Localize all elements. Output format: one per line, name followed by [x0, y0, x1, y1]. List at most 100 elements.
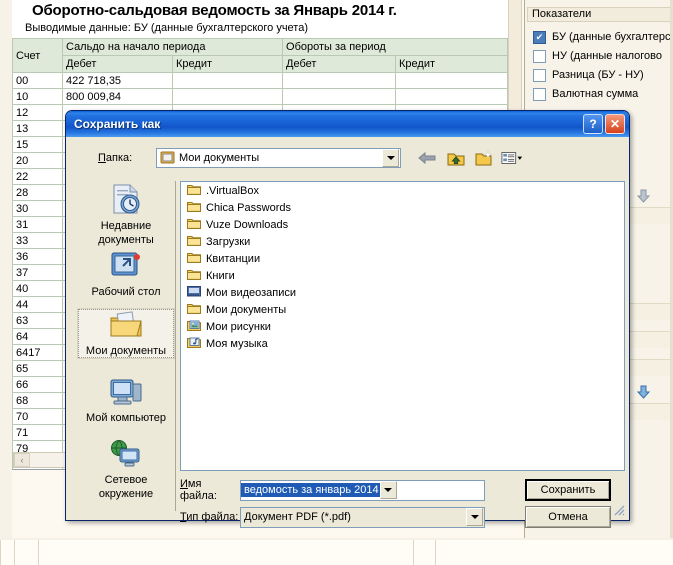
- cell-account: 28: [12, 184, 63, 201]
- list-item[interactable]: Мои видеозаписи: [181, 284, 624, 301]
- cell-opening-debit: 422 718,35: [62, 72, 173, 89]
- gutter-mark: [1, 172, 11, 182]
- list-item[interactable]: Моя музыка: [181, 335, 624, 352]
- cancel-button[interactable]: Отмена: [525, 506, 611, 528]
- close-button[interactable]: ✕: [605, 114, 625, 134]
- dialog-titlebar[interactable]: Сохранить как ? ✕: [66, 111, 629, 137]
- cell-opening-credit: [171, 72, 284, 89]
- list-item-label: Мои документы: [206, 303, 287, 316]
- checkbox-icon[interactable]: [533, 87, 546, 101]
- place-item-1[interactable]: Рабочий стол: [78, 249, 174, 298]
- list-item[interactable]: Chica Passwords: [181, 199, 624, 216]
- filename-combobox[interactable]: ведомость за январь 2014: [240, 479, 485, 501]
- cell-account: 6417: [12, 344, 63, 361]
- list-item-label: Мои видеозаписи: [206, 286, 297, 299]
- table-row[interactable]: 10 800 009,84: [12, 88, 509, 105]
- checkbox-label: Разница (БУ - НУ): [552, 69, 644, 81]
- cell-turnover-credit: [395, 88, 509, 105]
- list-item-label: .VirtualBox: [206, 184, 259, 197]
- help-button[interactable]: ?: [583, 114, 603, 134]
- filename-input[interactable]: ведомость за январь 2014: [241, 483, 380, 497]
- folder-icon: [187, 268, 201, 283]
- move-down-icon-2[interactable]: [636, 385, 651, 399]
- checkbox-row-1[interactable]: НУ (данные налогово: [533, 47, 673, 65]
- cell-account: 44: [12, 296, 63, 313]
- list-item-label: Загрузки: [206, 235, 251, 248]
- checkbox-icon[interactable]: [533, 49, 546, 63]
- cell-turnover-debit: [282, 72, 397, 89]
- place-item-label: Сетевое: [104, 474, 148, 486]
- cell-account: 33: [12, 232, 63, 249]
- cell-account: 70: [12, 408, 63, 425]
- table-row[interactable]: 00 422 718,35: [12, 72, 509, 89]
- cell-turnover-debit: [282, 88, 397, 105]
- new-folder-icon[interactable]: [473, 148, 495, 168]
- dialog-title: Сохранить как: [74, 117, 161, 131]
- filetype-row: Тип файла: Документ PDF (*.pdf): [180, 506, 485, 528]
- list-item[interactable]: .VirtualBox: [181, 182, 624, 199]
- place-item-label-2: документы: [98, 234, 154, 246]
- my-documents-icon: [160, 150, 175, 167]
- list-item[interactable]: Книги: [181, 267, 624, 284]
- move-down-icon[interactable]: [636, 189, 651, 203]
- filetype-combobox[interactable]: Документ PDF (*.pdf): [240, 506, 485, 528]
- list-item[interactable]: Мои документы: [181, 301, 624, 318]
- folder-label-rest: апка:: [105, 152, 133, 164]
- folder-icon: [187, 183, 201, 198]
- place-item-2[interactable]: Мои документы: [77, 308, 175, 359]
- scroll-left-button[interactable]: ‹: [14, 453, 30, 467]
- place-item-3[interactable]: Мой компьютер: [78, 377, 174, 424]
- list-item-label: Vuze Downloads: [206, 218, 289, 231]
- report-subtitle: Выводимые данные: БУ (данные бухгалтерск…: [25, 22, 308, 34]
- save-button[interactable]: Сохранить: [525, 479, 611, 501]
- bottom-strip: [0, 538, 673, 565]
- place-item-0[interactable]: Недавние документы: [78, 183, 174, 246]
- recent-documents-icon: [109, 183, 143, 218]
- file-list[interactable]: .VirtualBox Chica Passwords Vuze Downloads…: [180, 181, 625, 471]
- cell-account: 00: [12, 72, 63, 89]
- gutter-mark: [1, 280, 11, 290]
- list-item[interactable]: Квитанции: [181, 250, 624, 267]
- cell-account: 71: [12, 424, 63, 441]
- place-item-label: Рабочий стол: [91, 286, 161, 298]
- list-item[interactable]: Мои рисунки: [181, 318, 624, 335]
- cell-account: 15: [12, 136, 63, 153]
- view-menu-icon[interactable]: [501, 148, 523, 168]
- list-item[interactable]: Vuze Downloads: [181, 216, 624, 233]
- cell-account: 40: [12, 280, 63, 297]
- filetype-label-rest: ип файла:: [186, 511, 239, 523]
- folder-combobox-value: Мои документы: [179, 152, 260, 164]
- my-music-folder-icon: [187, 336, 201, 351]
- folder-icon: [187, 217, 201, 232]
- cell-opening-debit: 800 009,84: [62, 88, 173, 105]
- cell-account: 65: [12, 360, 63, 377]
- checkbox-row-3[interactable]: Валютная сумма: [533, 85, 673, 103]
- dialog-body: Папка: Мои документы Недавние документы …: [68, 137, 627, 528]
- chevron-down-icon[interactable]: [382, 149, 399, 167]
- filename-row: Имя файла: ведомость за январь 2014: [180, 478, 485, 502]
- bottom-cell-4: [413, 540, 435, 565]
- chevron-down-icon-filename[interactable]: [379, 481, 397, 499]
- checkbox-label: Валютная сумма: [552, 88, 639, 100]
- gutter-mark: [1, 190, 11, 200]
- cell-account: 63: [12, 312, 63, 329]
- cell-opening-credit: [171, 88, 284, 105]
- place-item-4[interactable]: Сетевое окружение: [78, 439, 174, 500]
- save-as-dialog: Сохранить как ? ✕ Папка: Мои документы Н…: [65, 110, 630, 528]
- list-item[interactable]: Загрузки: [181, 233, 624, 250]
- list-item-label: Квитанции: [206, 252, 261, 265]
- cell-account: 36: [12, 248, 63, 265]
- checkbox-icon[interactable]: [533, 68, 546, 82]
- chevron-down-icon-filetype[interactable]: [466, 508, 483, 526]
- folder-combobox[interactable]: Мои документы: [156, 148, 401, 168]
- bottom-cell-3: [38, 540, 413, 565]
- checkbox-row-2[interactable]: Разница (БУ - НУ): [533, 66, 673, 84]
- filename-label: Имя файла:: [180, 478, 240, 502]
- place-item-label: Мои документы: [85, 345, 167, 357]
- back-icon[interactable]: [417, 148, 439, 168]
- checkbox-row-0[interactable]: БУ (данные бухгалтерс: [533, 28, 673, 46]
- resize-grip[interactable]: [612, 503, 626, 517]
- up-one-level-icon[interactable]: [445, 148, 467, 168]
- gutter-mark: [1, 154, 11, 164]
- checkbox-icon[interactable]: [533, 30, 546, 44]
